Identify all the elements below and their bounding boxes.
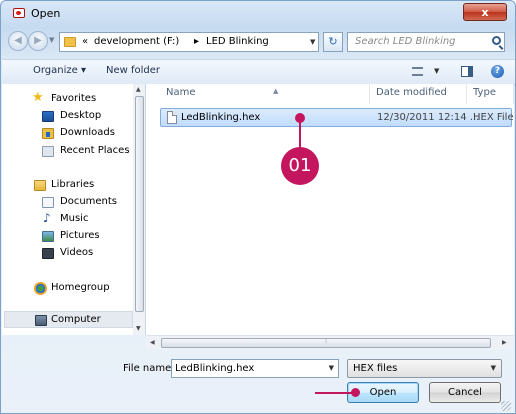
- nav-computer[interactable]: Computer: [2, 312, 132, 329]
- nav-recent-places-label: Recent Places: [60, 145, 130, 156]
- dialog-footer: File name: ▼ HEX files ▼ Open Cancel: [1, 351, 515, 414]
- nav-desktop[interactable]: Desktop: [2, 108, 132, 125]
- file-type-value: HEX files: [353, 363, 398, 374]
- folder-icon: [64, 37, 76, 47]
- file-type-cell: HEX File: [473, 112, 514, 123]
- file-name-label: File name:: [123, 363, 175, 374]
- recent-places-icon: [42, 146, 54, 157]
- nav-videos-label: Videos: [60, 247, 94, 258]
- command-bar: Organize ▾ New folder ▼ ?: [2, 59, 515, 85]
- column-header-date-modified[interactable]: Date modified: [370, 84, 467, 104]
- videos-icon: [42, 248, 54, 259]
- nav-desktop-label: Desktop: [60, 110, 102, 121]
- file-name-dropdown-icon[interactable]: ▼: [329, 364, 334, 372]
- nav-pictures[interactable]: Pictures: [2, 228, 132, 245]
- nav-videos[interactable]: Videos: [2, 245, 132, 262]
- nav-computer-label: Computer: [51, 314, 101, 325]
- nav-favorites[interactable]: ★ Favorites: [2, 91, 132, 108]
- downloads-icon: [42, 128, 54, 139]
- cancel-button[interactable]: Cancel: [429, 382, 501, 403]
- nav-music-label: Music: [60, 213, 89, 224]
- open-dialog: Open x ◀ ▶ ▼ « development (F:) ▸ LED Bl…: [0, 0, 516, 414]
- scroll-left-arrow-icon[interactable]: ◀: [150, 339, 155, 346]
- forward-arrow-icon: ▶: [34, 35, 42, 46]
- app-icon: [13, 8, 25, 18]
- scroll-up-arrow-icon[interactable]: ▲: [136, 86, 141, 93]
- nav-documents[interactable]: Documents: [2, 194, 132, 211]
- nav-documents-label: Documents: [60, 196, 118, 207]
- navigation-scroll-thumb[interactable]: [135, 96, 144, 312]
- nav-downloads-label: Downloads: [60, 127, 115, 138]
- new-folder-button[interactable]: New folder: [106, 65, 160, 76]
- address-dropdown-icon[interactable]: ▼: [310, 38, 315, 46]
- file-type-select[interactable]: HEX files ▼: [347, 359, 502, 378]
- nav-libraries[interactable]: Libraries: [2, 177, 132, 194]
- column-header-name[interactable]: Name ▲: [160, 84, 370, 104]
- breadcrumb-led-blinking[interactable]: LED Blinking: [206, 36, 269, 47]
- hex-file-icon: [167, 111, 177, 124]
- preview-pane-icon[interactable]: [461, 66, 473, 77]
- navigation-vertical-scrollbar[interactable]: ▲ ▼: [133, 84, 145, 335]
- help-icon[interactable]: ?: [491, 65, 504, 78]
- nav-homegroup[interactable]: Homegroup: [2, 280, 132, 297]
- music-icon: ♪: [43, 211, 51, 225]
- address-bar[interactable]: « development (F:) ▸ LED Blinking ▼: [59, 32, 319, 52]
- recent-locations-dropdown-icon[interactable]: ▼: [49, 36, 54, 44]
- views-icon[interactable]: [412, 67, 423, 76]
- computer-icon: [35, 315, 47, 326]
- documents-icon: [42, 197, 54, 208]
- file-type-dropdown-icon[interactable]: ▼: [491, 364, 496, 372]
- column-header-name-label: Name: [166, 87, 196, 98]
- nav-downloads[interactable]: Downloads: [2, 125, 132, 142]
- desktop-icon: [42, 111, 54, 122]
- sort-ascending-icon: ▲: [273, 87, 279, 95]
- open-callout-line: [315, 392, 355, 394]
- address-bar-row: ◀ ▶ ▼ « development (F:) ▸ LED Blinking …: [1, 28, 515, 56]
- breadcrumb-development[interactable]: development (F:): [94, 36, 179, 47]
- refresh-icon: ↻: [328, 35, 338, 48]
- file-name-input[interactable]: [175, 361, 320, 376]
- window-title: Open: [31, 7, 61, 20]
- breadcrumb-separator[interactable]: ▸: [194, 36, 199, 47]
- scroll-down-arrow-icon[interactable]: ▼: [136, 325, 141, 332]
- navigation-pane: ★ Favorites Desktop Downloads Recent Pla…: [2, 84, 146, 335]
- organize-button[interactable]: Organize ▾: [33, 65, 86, 76]
- back-arrow-icon: ◀: [14, 35, 22, 46]
- search-placeholder: Search LED Blinking: [355, 36, 456, 47]
- homegroup-icon: [34, 282, 47, 295]
- nav-pictures-label: Pictures: [60, 230, 100, 241]
- nav-recent-places[interactable]: Recent Places: [2, 143, 132, 160]
- open-callout-dot: [351, 388, 360, 397]
- table-row[interactable]: LedBlinking.hex 12/30/2011 12:14 ... HEX…: [160, 108, 514, 127]
- nav-libraries-label: Libraries: [51, 179, 95, 190]
- nav-music[interactable]: ♪ Music: [2, 211, 132, 228]
- file-name-cell: LedBlinking.hex: [181, 112, 261, 123]
- file-list-horizontal-scrollbar[interactable]: ◀ ⦙ ▶: [146, 335, 514, 350]
- star-icon: ★: [32, 90, 44, 105]
- refresh-button[interactable]: ↻: [323, 32, 343, 52]
- libraries-icon: [34, 180, 46, 191]
- search-box[interactable]: Search LED Blinking: [347, 32, 505, 52]
- title-bar: Open x: [1, 1, 515, 25]
- horizontal-scroll-thumb[interactable]: ⦙: [161, 338, 491, 348]
- column-header-type[interactable]: Type: [467, 84, 514, 104]
- nav-homegroup-label: Homegroup: [51, 282, 110, 293]
- resize-grip[interactable]: [501, 401, 511, 411]
- file-list: Name ▲ Date modified Type LedBlinking.he…: [146, 84, 514, 335]
- file-date-cell: 12/30/2011 12:14 ...: [377, 112, 480, 123]
- scroll-right-arrow-icon[interactable]: ▶: [502, 339, 507, 346]
- column-header-date-label: Date modified: [376, 87, 447, 98]
- forward-button[interactable]: ▶: [28, 31, 48, 51]
- nav-favorites-label: Favorites: [51, 93, 97, 104]
- column-header-type-label: Type: [473, 87, 496, 98]
- close-button[interactable]: x: [463, 3, 507, 21]
- file-name-combobox[interactable]: ▼: [171, 359, 339, 378]
- views-dropdown-icon[interactable]: ▼: [434, 67, 439, 75]
- search-icon[interactable]: [492, 36, 501, 45]
- callout-badge: 01: [281, 147, 319, 185]
- breadcrumb-root-chevron[interactable]: «: [82, 36, 88, 47]
- back-button[interactable]: ◀: [8, 31, 28, 51]
- pictures-icon: [42, 231, 54, 242]
